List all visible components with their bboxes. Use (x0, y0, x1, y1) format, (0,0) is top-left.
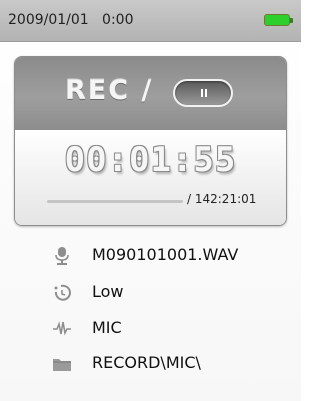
info-row-folder: RECORD\MIC\ (0, 348, 301, 378)
total-available-time: / 142:21:01 (187, 192, 257, 206)
record-state-label: REC / (65, 75, 154, 106)
recording-quality: Low (92, 282, 124, 301)
voice-recorder-screen: 2009/01/01 0:00 REC / 00:01:55 / 142:21:… (0, 0, 301, 401)
recording-folder: RECORD\MIC\ (92, 353, 201, 372)
time-display-area: 00:01:55 / 142:21:01 (15, 130, 286, 225)
info-row-quality: Low (0, 277, 301, 307)
recording-source: MIC (92, 318, 122, 337)
folder-icon (53, 359, 71, 371)
recording-progress-bar (47, 200, 183, 203)
info-row-source: MIC (0, 313, 301, 343)
status-bar: 2009/01/01 0:00 (0, 0, 301, 42)
microphone-icon (55, 247, 69, 265)
info-row-filename: M090101001.WAV (0, 240, 301, 270)
waveform-icon (53, 321, 71, 336)
record-status-bar: REC / (15, 57, 286, 130)
quality-icon (54, 284, 71, 301)
pause-icon (201, 89, 207, 97)
recording-filename: M090101001.WAV (92, 245, 239, 264)
battery-icon (264, 14, 293, 26)
datetime-display: 2009/01/01 0:00 (8, 12, 134, 28)
elapsed-time: 00:01:55 (64, 140, 237, 180)
pause-button[interactable] (173, 79, 233, 107)
recording-panel: REC / 00:01:55 / 142:21:01 (14, 56, 287, 226)
